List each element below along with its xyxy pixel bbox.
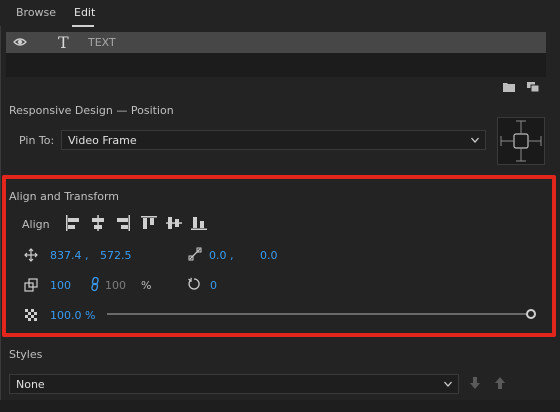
scale-width-value[interactable]: 100 <box>50 279 71 292</box>
anchor-point-icon <box>188 247 202 261</box>
scale-icon <box>24 278 38 292</box>
pin-to-dropdown[interactable]: Video Frame <box>61 130 486 150</box>
scale-unit: % <box>141 279 152 292</box>
layers-list: T TEXT <box>6 32 546 77</box>
pin-to-label: Pin To: <box>19 134 55 147</box>
active-tab-indicator <box>72 25 94 27</box>
panel-footer <box>0 400 560 412</box>
panel-left-border <box>0 0 1 412</box>
rotation-value[interactable]: 0 <box>210 279 217 292</box>
chevron-down-icon <box>444 381 452 387</box>
arrow-up-icon[interactable] <box>494 376 506 390</box>
anchor-y-value[interactable]: 0.0 <box>260 249 278 262</box>
anchor-x-value[interactable]: 0.0 , <box>209 249 234 262</box>
styles-value: None <box>16 378 45 391</box>
position-y-value[interactable]: 572.5 <box>100 249 132 262</box>
position-x-value[interactable]: 837.4 , <box>50 249 88 262</box>
align-right-icon[interactable] <box>114 214 132 232</box>
new-item-icon[interactable] <box>527 82 539 92</box>
eye-icon[interactable] <box>13 36 27 48</box>
align-center-horizontal-icon[interactable] <box>89 214 107 232</box>
align-label: Align <box>22 218 50 231</box>
folder-icon[interactable] <box>503 82 515 92</box>
tab-browse[interactable]: Browse <box>16 6 56 19</box>
opacity-slider-track[interactable] <box>107 313 535 315</box>
scale-height-value[interactable]: 100 <box>105 279 126 292</box>
pin-anchor-icon <box>500 120 542 162</box>
layer-row[interactable]: T TEXT <box>6 32 546 53</box>
text-layer-icon: T <box>58 33 69 52</box>
align-center-vertical-icon[interactable] <box>165 214 183 232</box>
styles-dropdown[interactable]: None <box>9 374 459 394</box>
responsive-design-title: Responsive Design — Position <box>9 104 174 117</box>
opacity-checker-icon <box>25 309 37 321</box>
align-left-icon[interactable] <box>64 214 82 232</box>
styles-title: Styles <box>9 348 43 361</box>
tab-edit[interactable]: Edit <box>74 6 95 19</box>
layer-name: TEXT <box>88 36 116 49</box>
opacity-slider-handle[interactable] <box>526 309 536 319</box>
link-icon[interactable] <box>88 277 102 291</box>
opacity-value[interactable]: 100.0 % <box>50 309 95 322</box>
rotation-icon <box>188 277 200 290</box>
chevron-down-icon <box>471 137 479 143</box>
pin-to-value: Video Frame <box>68 134 137 147</box>
align-bottom-icon[interactable] <box>190 214 208 232</box>
tab-bar: Browse Edit <box>0 0 560 27</box>
pin-position-widget[interactable] <box>497 117 545 165</box>
align-transform-title: Align and Transform <box>9 190 119 203</box>
align-top-icon[interactable] <box>140 214 158 232</box>
arrow-down-icon[interactable] <box>469 376 481 390</box>
position-move-icon <box>24 248 38 262</box>
